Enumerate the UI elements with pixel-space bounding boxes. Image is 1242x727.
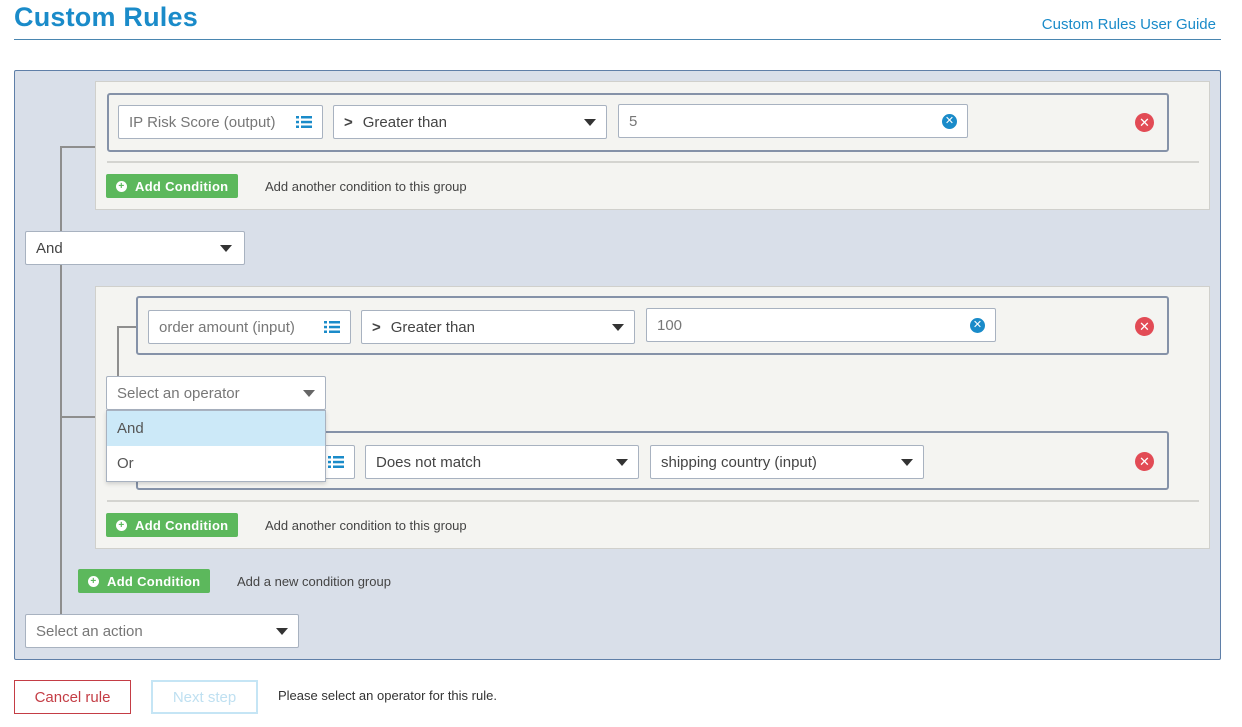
- inner-operator-placeholder: Select an operator: [117, 384, 240, 402]
- value-input[interactable]: 5 ✕: [618, 104, 968, 138]
- operator-symbol: >: [372, 318, 381, 336]
- delete-icon[interactable]: ✕: [1135, 113, 1154, 132]
- operator-select[interactable]: > Greater than: [361, 310, 635, 344]
- add-condition-hint: Add another condition to this group: [265, 518, 467, 533]
- add-condition-button[interactable]: + Add Condition: [106, 174, 239, 198]
- validation-message: Please select an operator for this rule.: [278, 688, 497, 703]
- delete-icon[interactable]: ✕: [1135, 452, 1154, 471]
- field-selector[interactable]: order amount (input): [148, 310, 351, 344]
- group-operator-select[interactable]: And: [25, 231, 245, 265]
- chevron-down-icon: [584, 118, 596, 126]
- action-placeholder: Select an action: [36, 622, 143, 640]
- field-selector[interactable]: IP Risk Score (output): [118, 105, 323, 139]
- chevron-down-icon: [612, 323, 624, 331]
- add-condition-label: Add Condition: [107, 573, 201, 589]
- next-step-button[interactable]: Next step: [151, 680, 258, 714]
- clear-icon[interactable]: ✕: [942, 113, 957, 129]
- operator-symbol: >: [344, 113, 353, 131]
- operator-label: Does not match: [376, 453, 482, 471]
- list-icon: [324, 321, 340, 333]
- chevron-down-icon: [276, 627, 288, 635]
- connector-line: [60, 146, 96, 148]
- chevron-down-icon: [616, 458, 628, 466]
- action-select[interactable]: Select an action: [25, 614, 299, 648]
- page-title: Custom Rules: [14, 2, 198, 32]
- add-condition-label: Add Condition: [135, 178, 229, 194]
- user-guide-link[interactable]: Custom Rules User Guide: [1042, 16, 1216, 33]
- add-condition-label: Add Condition: [135, 517, 229, 533]
- list-icon: [328, 456, 344, 468]
- connector-line: [117, 326, 119, 378]
- chevron-down-icon: [303, 389, 315, 397]
- field-selector-label: IP Risk Score (output): [129, 113, 276, 131]
- operator-dropdown-menu: And Or: [106, 410, 326, 482]
- add-group-hint: Add a new condition group: [237, 574, 391, 589]
- operator-select[interactable]: Does not match: [365, 445, 639, 479]
- value-text: 5: [629, 112, 638, 130]
- add-condition-hint: Add another condition to this group: [265, 179, 467, 194]
- group-divider: [107, 500, 1199, 502]
- header-divider: [14, 39, 1221, 40]
- value-text: 100: [657, 316, 683, 334]
- cancel-rule-button[interactable]: Cancel rule: [14, 680, 131, 714]
- connector-line: [60, 146, 62, 232]
- delete-icon[interactable]: ✕: [1135, 317, 1154, 336]
- value-input[interactable]: 100 ✕: [646, 308, 996, 342]
- value-select[interactable]: shipping country (input): [650, 445, 924, 479]
- plus-circle-icon: +: [116, 180, 127, 192]
- menu-item-or[interactable]: Or: [107, 446, 325, 481]
- add-condition-group-button[interactable]: + Add Condition: [78, 569, 211, 593]
- chevron-down-icon: [901, 458, 913, 466]
- plus-circle-icon: +: [116, 519, 127, 531]
- group-operator-value: And: [36, 239, 63, 257]
- connector-line: [60, 265, 62, 615]
- inner-operator-select[interactable]: Select an operator: [106, 376, 326, 410]
- operator-select[interactable]: > Greater than: [333, 105, 607, 139]
- group-divider: [107, 161, 1199, 163]
- value-label: shipping country (input): [661, 453, 817, 471]
- clear-icon[interactable]: ✕: [970, 317, 985, 333]
- list-icon: [296, 116, 312, 128]
- plus-circle-icon: +: [88, 575, 99, 587]
- add-condition-button[interactable]: + Add Condition: [106, 513, 239, 537]
- operator-label: Greater than: [362, 113, 447, 131]
- chevron-down-icon: [220, 244, 232, 252]
- connector-line: [117, 326, 137, 328]
- operator-label: Greater than: [390, 318, 475, 336]
- menu-item-and[interactable]: And: [107, 411, 325, 446]
- field-selector-label: order amount (input): [159, 318, 295, 336]
- connector-line: [60, 416, 96, 418]
